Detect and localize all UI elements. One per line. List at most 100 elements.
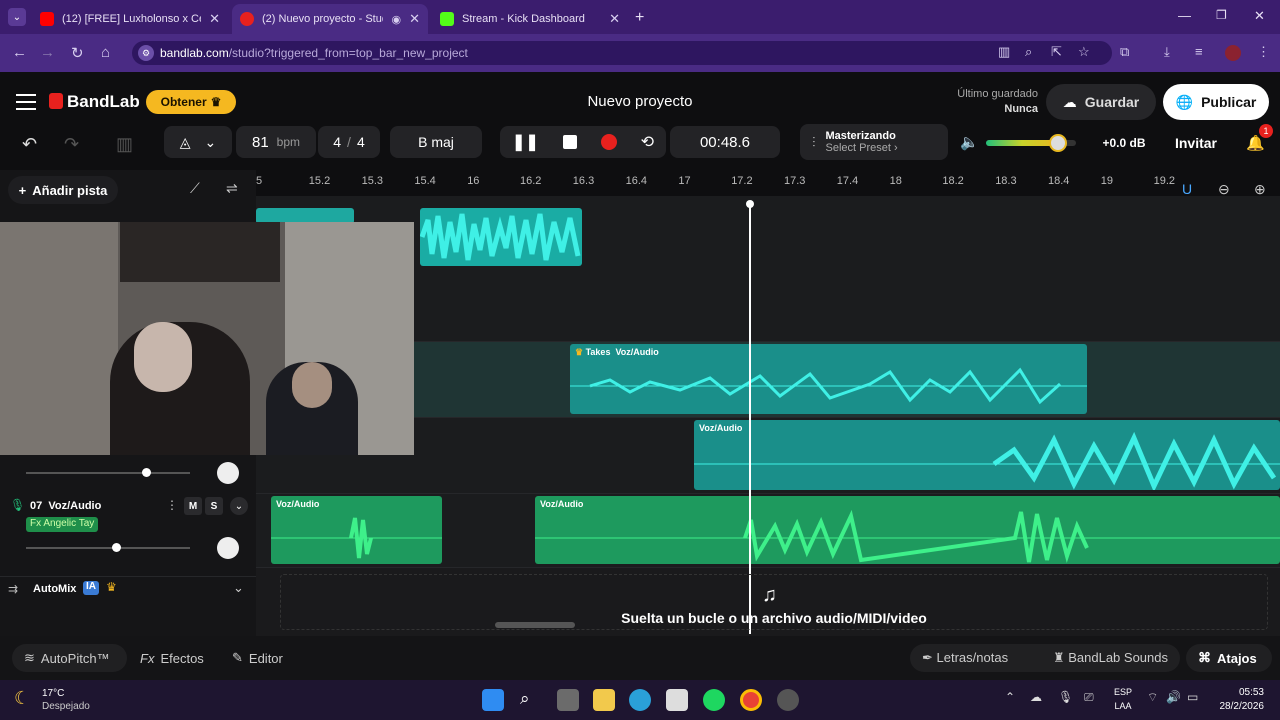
audio-clip[interactable]: Voz/Audio bbox=[535, 496, 1280, 564]
sounds-button[interactable]: ♜ BandLab Sounds bbox=[1053, 650, 1168, 666]
chrome-icon[interactable] bbox=[740, 689, 762, 711]
track-title[interactable]: 07 Voz/Audio bbox=[30, 500, 101, 512]
mixer-sliders-icon[interactable]: ⇌ bbox=[226, 180, 238, 197]
track-volume-slider[interactable] bbox=[26, 543, 190, 552]
wifi-icon[interactable]: ⌔ bbox=[1147, 690, 1158, 705]
tab-kick[interactable]: Stream - Kick Dashboard ✕ bbox=[432, 4, 628, 34]
reading-mode-icon[interactable]: ▥ bbox=[998, 44, 1010, 60]
master-volume-slider[interactable] bbox=[986, 134, 1076, 152]
takes-clip[interactable]: ♛ Takes Voz/Audio bbox=[570, 344, 1087, 414]
time-signature[interactable]: 4 / 4 bbox=[318, 126, 380, 158]
tab-youtube[interactable]: (12) [FREE] Luxholonso x Cero° ✕ bbox=[32, 4, 228, 34]
audio-clip[interactable] bbox=[420, 208, 582, 266]
date[interactable]: 28/2/2026 bbox=[1206, 701, 1265, 712]
media-controls-icon[interactable]: ≡ bbox=[1195, 44, 1203, 59]
chevron-down-icon[interactable]: ⌄ bbox=[230, 497, 248, 515]
battery-icon[interactable]: ▭ bbox=[1187, 690, 1198, 704]
temperature[interactable]: 17°C bbox=[42, 688, 64, 699]
undo-icon[interactable]: ↶ bbox=[22, 134, 37, 155]
hamburger-menu-icon[interactable] bbox=[16, 94, 36, 110]
mute-button[interactable]: M bbox=[184, 497, 202, 515]
window-close-button[interactable]: ✕ bbox=[1254, 8, 1265, 24]
audio-clip[interactable]: Voz/Audio bbox=[271, 496, 442, 564]
brand-logo[interactable]: BandLab bbox=[67, 92, 140, 112]
snap-magnet-icon[interactable]: U bbox=[1182, 181, 1192, 197]
tray-chevron-icon[interactable]: ⌃ bbox=[1005, 690, 1015, 704]
tab-bandlab[interactable]: (2) Nuevo proyecto - Studio ◉ ✕ bbox=[232, 4, 428, 34]
loop-icon[interactable]: ⟲ bbox=[641, 132, 654, 152]
redo-icon[interactable]: ↷ bbox=[64, 134, 79, 155]
store-icon[interactable] bbox=[666, 689, 688, 711]
shortcuts-button[interactable]: ⌘ Atajos bbox=[1186, 644, 1272, 672]
zoom-icon[interactable]: ⌕ bbox=[1025, 44, 1032, 60]
track-volume-slider[interactable] bbox=[26, 468, 190, 477]
clock[interactable]: 05:53 bbox=[1214, 687, 1264, 698]
edge-icon[interactable] bbox=[629, 689, 651, 711]
extensions-icon[interactable]: ⧉ bbox=[1120, 44, 1129, 60]
mastering-selector[interactable]: ⫶ Masterizando Select Preset › bbox=[800, 124, 948, 160]
bookmark-star-icon[interactable]: ☆ bbox=[1078, 44, 1090, 60]
forward-icon[interactable]: → bbox=[40, 44, 55, 61]
autopitch-button[interactable]: ≋ AutoPitch™ bbox=[12, 644, 127, 672]
fx-preset-badge[interactable]: Fx Angelic Tay bbox=[26, 517, 99, 532]
chevron-down-icon[interactable]: ⌄ bbox=[233, 580, 244, 596]
close-icon[interactable]: ✕ bbox=[609, 11, 620, 27]
tuner-dropdown[interactable]: ◬ ⌄ bbox=[164, 126, 232, 158]
close-icon[interactable]: ✕ bbox=[209, 11, 220, 27]
downloads-icon[interactable]: ⤓ bbox=[1164, 44, 1170, 60]
browser-menu-icon[interactable]: ⋮ bbox=[1257, 44, 1270, 60]
stop-icon[interactable] bbox=[562, 135, 577, 149]
record-icon[interactable] bbox=[600, 134, 617, 150]
save-button[interactable]: ☁ Guardar bbox=[1046, 84, 1156, 120]
add-track-button[interactable]: + Añadir pista bbox=[8, 176, 118, 204]
obtener-button[interactable]: Obtener ♛ bbox=[146, 90, 236, 114]
pause-icon[interactable]: ❚❚ bbox=[512, 132, 539, 152]
metronome-grid-icon[interactable]: ▥ bbox=[116, 134, 133, 155]
master-volume-knob[interactable] bbox=[1049, 134, 1067, 152]
audio-playing-icon[interactable]: ◉ bbox=[391, 13, 401, 26]
editor-button[interactable]: ✎ Editor bbox=[220, 644, 300, 672]
time-display[interactable]: 00:48.6 bbox=[670, 126, 780, 158]
timeline-ruler[interactable]: 5 15.2 15.3 15.4 16 16.2 16.3 16.4 17 17.2 17.3 17.… bbox=[256, 170, 1280, 196]
minimize-button[interactable]: — bbox=[1178, 8, 1191, 23]
pan-knob[interactable] bbox=[217, 462, 239, 484]
file-explorer-icon[interactable] bbox=[593, 689, 615, 711]
reload-icon[interactable]: ↻ bbox=[71, 44, 84, 62]
volume-icon[interactable]: 🔊 bbox=[1166, 690, 1181, 704]
speaker-icon[interactable]: 🔈 bbox=[960, 133, 979, 151]
spotify-icon[interactable] bbox=[703, 689, 725, 711]
key-selector[interactable]: B maj bbox=[390, 126, 482, 158]
bpm-field[interactable]: 81 bpm bbox=[236, 126, 316, 158]
mic-tray-icon[interactable]: 🎙 bbox=[1058, 690, 1073, 704]
obs-icon[interactable] bbox=[777, 689, 799, 711]
install-app-icon[interactable]: ⇱ bbox=[1051, 44, 1062, 60]
effects-button[interactable]: Fx Efectos bbox=[128, 644, 220, 672]
playhead-line[interactable] bbox=[749, 204, 751, 634]
display-tray-icon[interactable]: ⎚ bbox=[1084, 690, 1094, 705]
task-view-icon[interactable] bbox=[557, 689, 579, 711]
project-title[interactable]: Nuevo proyecto bbox=[540, 93, 740, 110]
profile-avatar[interactable] bbox=[1225, 45, 1241, 61]
search-icon[interactable]: ⌕ bbox=[520, 689, 530, 709]
new-tab-button[interactable]: + bbox=[635, 9, 644, 27]
back-icon[interactable]: ← bbox=[12, 44, 27, 61]
keyboard-layout[interactable]: LAA bbox=[1114, 701, 1132, 711]
site-info-icon[interactable]: ⚙ bbox=[138, 45, 154, 61]
volume-knob[interactable] bbox=[141, 468, 151, 477]
lyrics-button[interactable]: ✒ Letras/notas bbox=[922, 650, 1008, 666]
weather-text[interactable]: Despejado bbox=[42, 701, 90, 712]
tab-search-chevron-icon[interactable]: ⌄ bbox=[8, 8, 26, 26]
publish-button[interactable]: 🌐 Publicar bbox=[1163, 84, 1269, 120]
home-icon[interactable]: ⌂ bbox=[101, 44, 110, 61]
audio-clip[interactable]: Voz/Audio bbox=[694, 420, 1280, 490]
automation-icon[interactable]: ⟋ bbox=[190, 180, 200, 197]
pan-knob[interactable] bbox=[217, 537, 239, 559]
horizontal-scrollbar[interactable] bbox=[495, 622, 575, 628]
close-icon[interactable]: ✕ bbox=[409, 11, 420, 27]
track-more-icon[interactable]: ⋮ bbox=[166, 498, 178, 512]
invite-button[interactable]: Invitar bbox=[1170, 135, 1222, 151]
maximize-button[interactable]: ❐ bbox=[1216, 8, 1227, 22]
solo-button[interactable]: S bbox=[205, 497, 223, 515]
url-field[interactable]: ⚙ bandlab.com/studio?triggered_from=top_… bbox=[132, 41, 1112, 65]
windows-start-icon[interactable] bbox=[482, 689, 504, 711]
